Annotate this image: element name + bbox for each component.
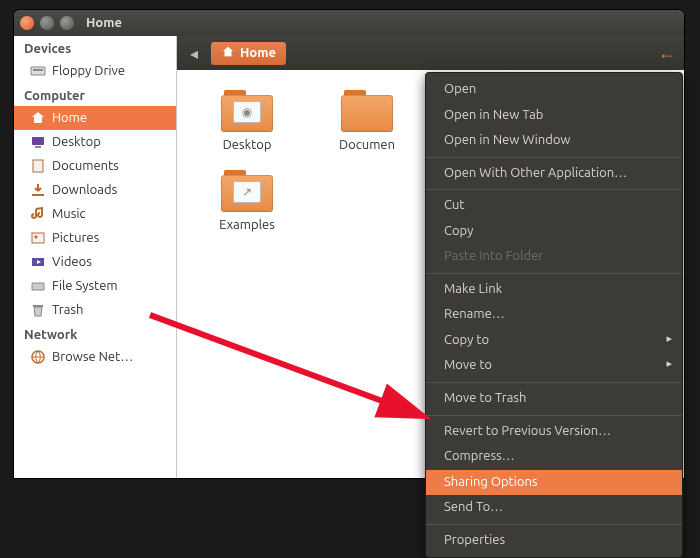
context-menu-separator	[426, 157, 682, 158]
sidebar-item-label: Documents	[52, 159, 119, 173]
sidebar-header: Network	[14, 322, 176, 345]
music-icon	[30, 206, 46, 222]
titlebar[interactable]: Home	[14, 10, 684, 36]
context-menu: OpenOpen in New TabOpen in New Window Ope…	[425, 72, 683, 558]
context-menu-make-link[interactable]: Make Link	[426, 277, 682, 303]
context-menu-move-to-trash[interactable]: Move to Trash	[426, 386, 682, 412]
context-menu-open-in-new-window[interactable]: Open in New Window	[426, 128, 682, 154]
folder-examples[interactable]: ↗ Examples	[187, 168, 307, 232]
context-menu-copy[interactable]: Copy	[426, 219, 682, 245]
context-menu-separator	[426, 415, 682, 416]
path-segment-home[interactable]: Home	[211, 42, 286, 65]
trash-icon	[30, 302, 46, 318]
folder-label: Documen	[339, 138, 395, 152]
sidebar-header: Computer	[14, 83, 176, 106]
sidebar-item-floppy-drive[interactable]: Floppy Drive	[14, 59, 176, 83]
sidebar-item-documents[interactable]: Documents	[14, 154, 176, 178]
folder-icon	[341, 88, 393, 132]
context-menu-revert-to-previous-version[interactable]: Revert to Previous Version…	[426, 419, 682, 445]
sidebar-item-browse-net-[interactable]: Browse Net…	[14, 345, 176, 369]
folder-label: Desktop	[223, 138, 272, 152]
folder-desktop[interactable]: ◉ Desktop	[187, 88, 307, 152]
sidebar-item-label: Pictures	[52, 231, 99, 245]
context-menu-separator	[426, 273, 682, 274]
window-title: Home	[86, 16, 122, 30]
context-menu-send-to[interactable]: Send To…	[426, 495, 682, 521]
folder-documen[interactable]: Documen	[307, 88, 427, 152]
sidebar-header: Devices	[14, 36, 176, 59]
maximize-button[interactable]	[60, 16, 74, 30]
path-bar: ◂ Home ←	[177, 36, 684, 70]
network-icon	[30, 349, 46, 365]
sidebar-item-downloads[interactable]: Downloads	[14, 178, 176, 202]
context-menu-rename[interactable]: Rename…	[426, 302, 682, 328]
sidebar-item-music[interactable]: Music	[14, 202, 176, 226]
context-menu-compress[interactable]: Compress…	[426, 444, 682, 470]
home-icon	[221, 45, 235, 62]
path-label: Home	[240, 46, 276, 60]
forward-nav-icon[interactable]: ←	[658, 43, 676, 64]
context-menu-paste-into-folder: Paste Into Folder	[426, 244, 682, 270]
home-icon	[30, 110, 46, 126]
desktop-icon	[30, 134, 46, 150]
folder-icon: ◉	[221, 88, 273, 132]
sidebar-item-label: Desktop	[52, 135, 101, 149]
sidebar-item-label: Browse Net…	[52, 350, 133, 364]
sidebar-item-label: Home	[52, 111, 87, 125]
minimize-button[interactable]	[40, 16, 54, 30]
context-menu-sharing-options[interactable]: Sharing Options	[426, 470, 682, 496]
sidebar-item-desktop[interactable]: Desktop	[14, 130, 176, 154]
downloads-icon	[30, 182, 46, 198]
sidebar-item-pictures[interactable]: Pictures	[14, 226, 176, 250]
sidebar-item-home[interactable]: Home	[14, 106, 176, 130]
context-menu-open[interactable]: Open	[426, 77, 682, 103]
back-button[interactable]: ◂	[185, 44, 203, 63]
close-button[interactable]	[20, 16, 34, 30]
folder-label: Examples	[219, 218, 275, 232]
context-menu-separator	[426, 382, 682, 383]
context-menu-open-with-other-application[interactable]: Open With Other Application…	[426, 161, 682, 187]
disk-icon	[30, 278, 46, 294]
sidebar-item-label: Floppy Drive	[52, 64, 125, 78]
documents-icon	[30, 158, 46, 174]
context-menu-separator	[426, 524, 682, 525]
folder-icon: ↗	[221, 168, 273, 212]
pictures-icon	[30, 230, 46, 246]
sidebar-item-label: Videos	[52, 255, 92, 269]
context-menu-separator	[426, 189, 682, 190]
context-menu-open-in-new-tab[interactable]: Open in New Tab	[426, 103, 682, 129]
context-menu-move-to[interactable]: Move to	[426, 353, 682, 379]
sidebar-item-label: File System	[52, 279, 118, 293]
drive-icon	[30, 63, 46, 79]
folder-emblem: ↗	[233, 181, 261, 203]
sidebar-item-trash[interactable]: Trash	[14, 298, 176, 322]
context-menu-copy-to[interactable]: Copy to	[426, 328, 682, 354]
videos-icon	[30, 254, 46, 270]
sidebar-item-label: Trash	[52, 303, 83, 317]
sidebar-item-videos[interactable]: Videos	[14, 250, 176, 274]
folder-emblem: ◉	[233, 101, 261, 123]
context-menu-cut[interactable]: Cut	[426, 193, 682, 219]
sidebar-item-label: Downloads	[52, 183, 117, 197]
sidebar-item-label: Music	[52, 207, 86, 221]
places-sidebar: Devices Floppy Drive Computer Home Desktop Do…	[14, 36, 177, 478]
sidebar-item-file-system[interactable]: File System	[14, 274, 176, 298]
context-menu-properties[interactable]: Properties	[426, 528, 682, 554]
